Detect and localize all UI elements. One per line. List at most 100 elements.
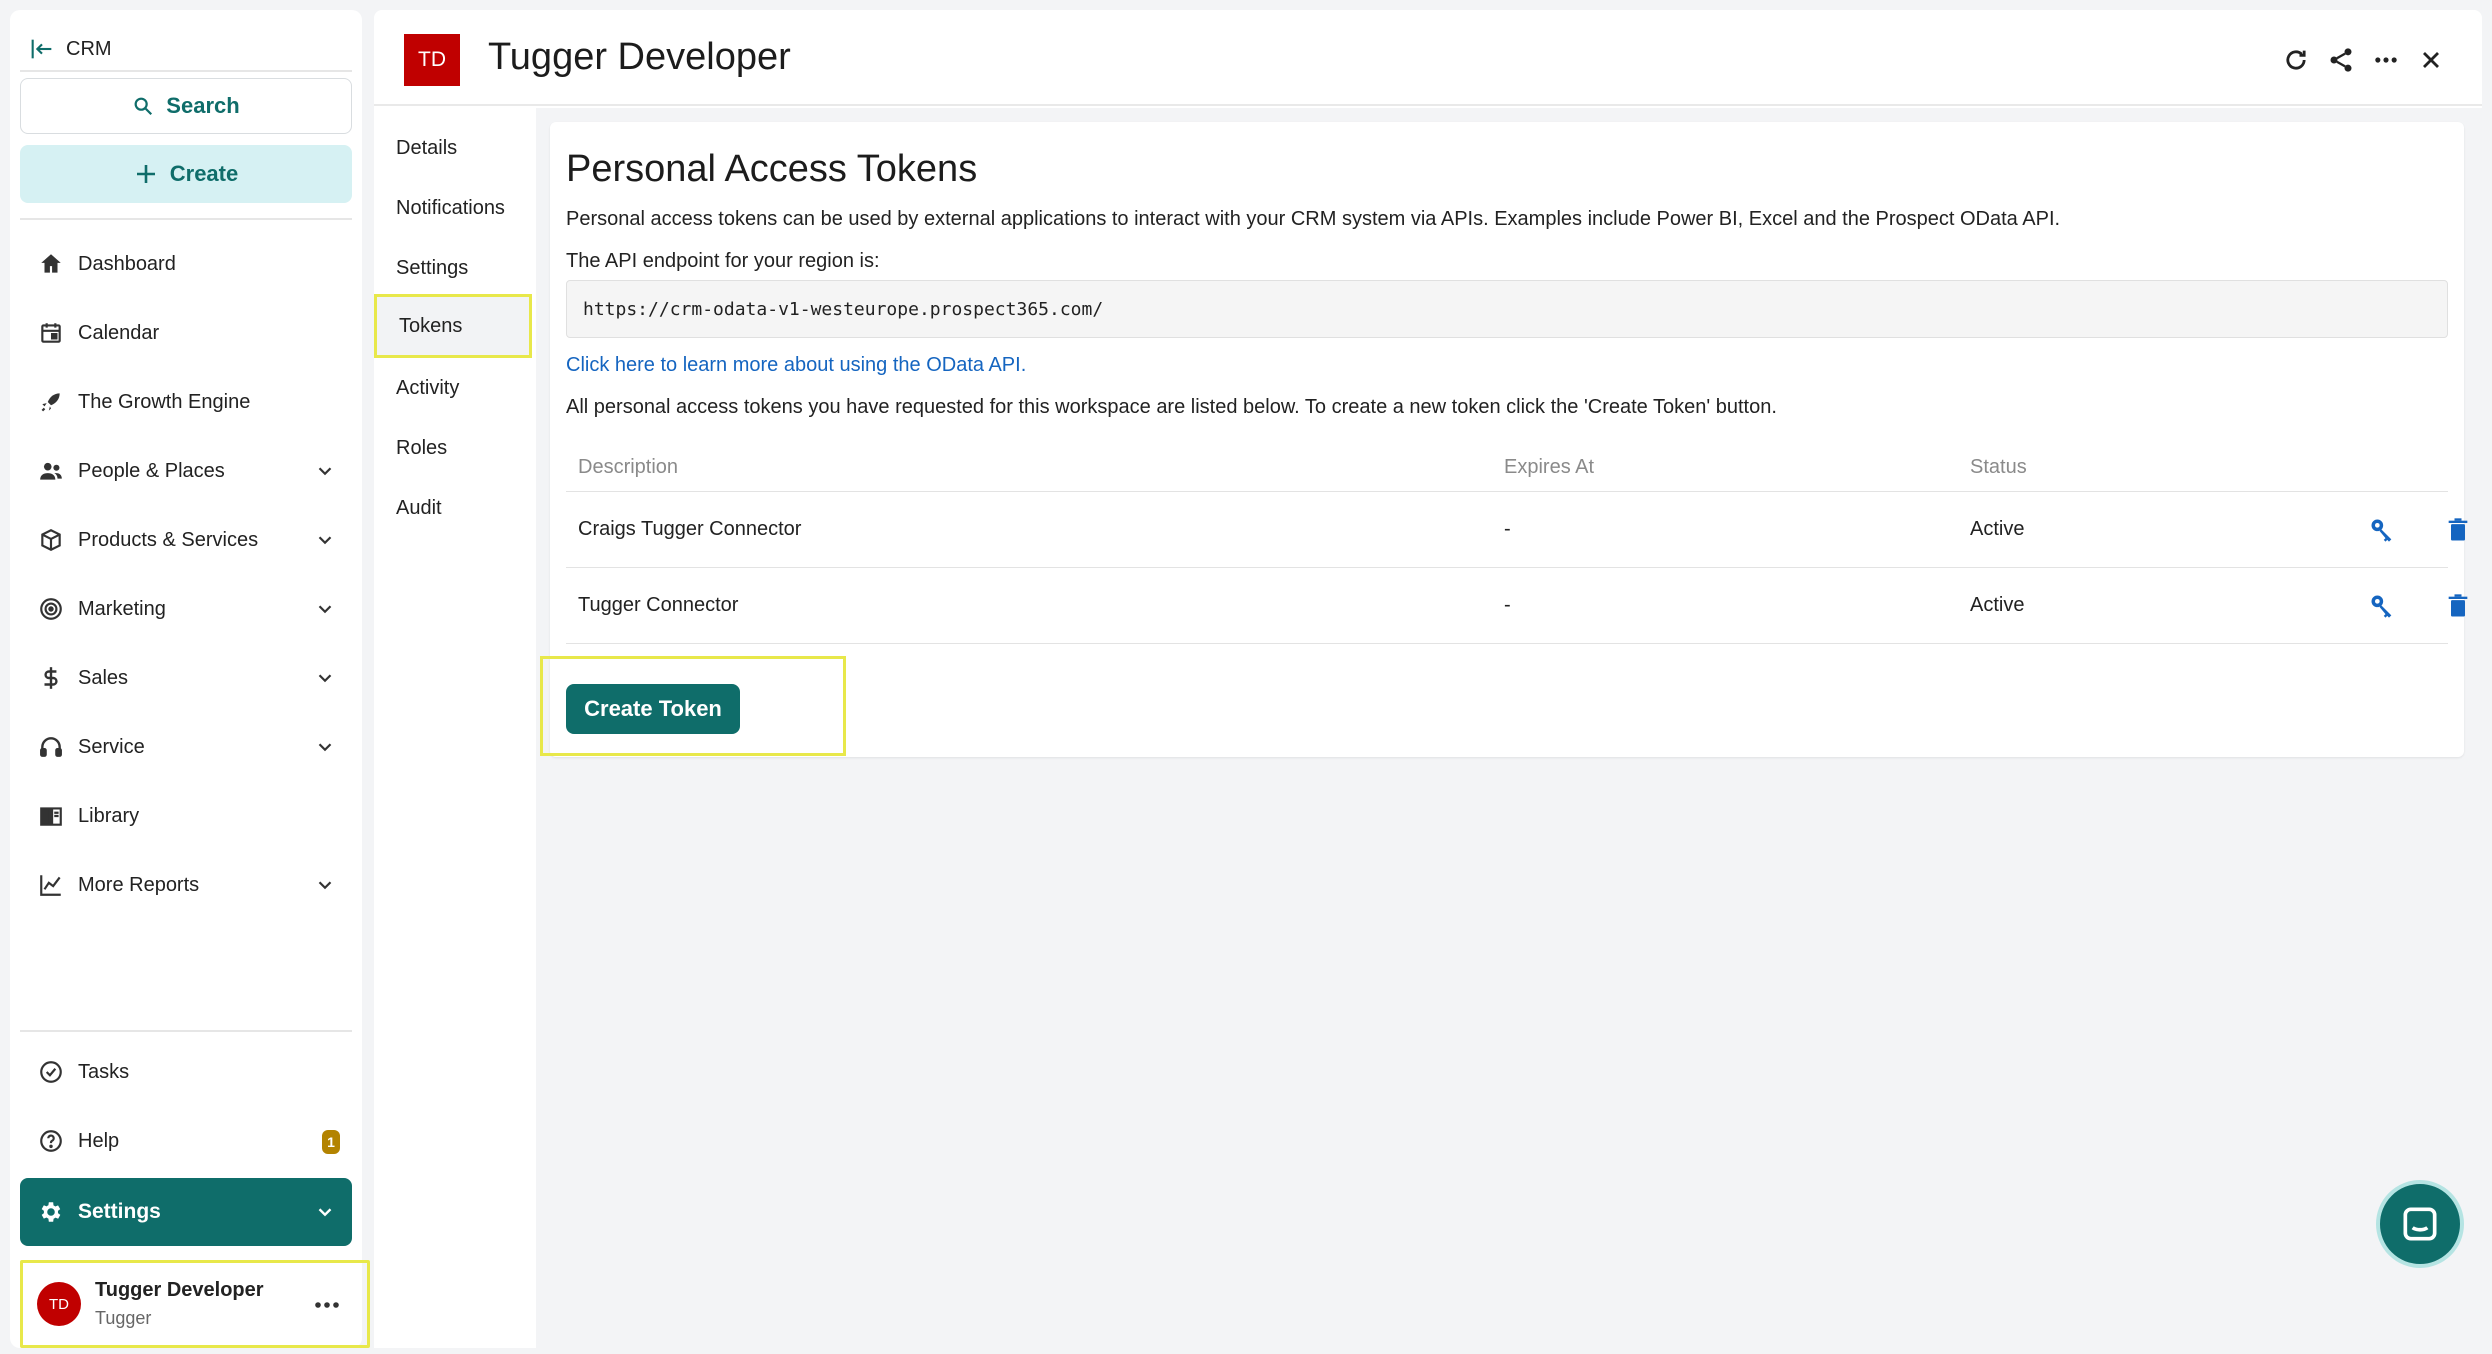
refresh-icon[interactable] (2282, 46, 2310, 74)
chevron-down-icon (318, 467, 332, 476)
sidebar-item-label: Calendar (78, 321, 160, 344)
gear-icon (41, 1202, 61, 1222)
endpoint-label: The API endpoint for your region is: (566, 250, 880, 272)
create-button[interactable]: Create (20, 145, 352, 203)
share-icon[interactable] (2327, 46, 2355, 74)
tab-audit[interactable]: Audit (396, 482, 442, 534)
key-icon[interactable] (2368, 516, 2396, 544)
tab-roles[interactable]: Roles (396, 422, 447, 474)
sidebar-item-label: Dashboard (78, 252, 176, 275)
dollar-icon (44, 667, 58, 689)
more-horizontal-icon[interactable] (313, 1293, 341, 1317)
token-status: Active (1970, 518, 2025, 540)
tab-details[interactable]: Details (396, 122, 457, 174)
back-label: CRM (66, 37, 112, 60)
sidebar-divider (20, 218, 352, 220)
column-header-expires: Expires At (1504, 456, 1595, 478)
table-header: Description Expires At Status (566, 440, 2448, 492)
table-row: Craigs Tugger Connector - Active (566, 492, 2468, 568)
check-circle-icon (40, 1061, 62, 1083)
chat-icon (2403, 1207, 2437, 1241)
section-title: Personal Access Tokens (566, 148, 978, 190)
target-icon (40, 598, 62, 620)
sidebar-item-label: Help (78, 1129, 120, 1152)
back-to-crm-link[interactable]: CRM (20, 28, 352, 72)
chevron-down-icon (318, 536, 332, 545)
people-icon (40, 462, 62, 480)
tokens-description: Personal access tokens can be used by ex… (566, 208, 2061, 230)
record-avatar: TD (404, 34, 460, 86)
sidebar-item-growth-engine[interactable]: The Growth Engine (20, 376, 352, 428)
chat-launcher-button[interactable] (2376, 1180, 2464, 1268)
create-token-button[interactable]: Create Token (566, 684, 740, 734)
user-name: Tugger Developer (95, 1279, 264, 1301)
sidebar-item-products-services[interactable]: Products & Services (20, 514, 352, 566)
home-icon (41, 254, 61, 273)
create-label: Create (169, 161, 239, 186)
avatar: TD (37, 1282, 81, 1326)
user-org: Tugger (95, 1308, 152, 1328)
sidebar-item-label: Sales (78, 666, 129, 689)
search-label: Search (166, 93, 240, 118)
sidebar-item-label: People & Places (78, 459, 225, 482)
sidebar-item-label: Marketing (78, 597, 166, 620)
chevron-down-icon (318, 743, 332, 752)
sidebar-divider (20, 1030, 352, 1032)
trash-icon[interactable] (2444, 516, 2472, 544)
box-icon (41, 529, 61, 551)
search-icon (134, 97, 153, 116)
token-status: Active (1970, 594, 2025, 616)
chart-icon (40, 875, 61, 896)
sidebar-item-label: The Growth Engine (78, 390, 251, 413)
table-row: Tugger Connector - Active (566, 568, 2468, 644)
more-horizontal-icon[interactable] (2372, 46, 2400, 74)
sidebar-item-help[interactable]: Help 1 (20, 1115, 352, 1167)
token-description: Craigs Tugger Connector (578, 518, 802, 540)
column-header-description: Description (578, 456, 679, 478)
token-expires: - (1504, 518, 1511, 540)
close-icon[interactable] (2417, 46, 2445, 74)
sidebar-item-calendar[interactable]: Calendar (20, 307, 352, 359)
token-expires: - (1504, 594, 1511, 616)
rocket-icon (41, 393, 60, 412)
tab-settings[interactable]: Settings (396, 242, 468, 294)
sidebar-item-sales[interactable]: Sales (20, 652, 352, 704)
sidebar-item-label: Service (78, 735, 145, 758)
sidebar-item-people-places[interactable]: People & Places (20, 445, 352, 497)
sidebar-item-label: Products & Services (78, 528, 259, 551)
odata-help-link[interactable]: Click here to learn more about using the… (566, 354, 1026, 377)
headset-icon (40, 737, 62, 757)
sidebar-item-label: More Reports (78, 873, 200, 896)
back-arrow-icon (31, 39, 52, 59)
chevron-down-icon (318, 674, 332, 683)
help-icon (40, 1130, 62, 1152)
key-icon[interactable] (2368, 592, 2396, 620)
trash-icon[interactable] (2444, 592, 2472, 620)
column-header-status: Status (1970, 456, 2027, 478)
token-description: Tugger Connector (578, 594, 739, 616)
book-icon (40, 807, 62, 826)
sidebar-item-label: Library (78, 804, 140, 827)
sidebar-item-settings[interactable]: Settings (20, 1178, 352, 1246)
tokens-list-description: All personal access tokens you have requ… (566, 396, 1777, 418)
sidebar-item-dashboard[interactable]: Dashboard (20, 238, 352, 290)
chevron-down-icon (318, 1208, 332, 1217)
settings-label: Settings (78, 1200, 161, 1223)
help-badge: 1 (322, 1130, 340, 1154)
calendar-icon (41, 323, 61, 343)
page-title: Tugger Developer (488, 36, 791, 78)
tab-activity[interactable]: Activity (396, 362, 459, 414)
user-profile-card[interactable]: TD Tugger Developer Tugger (20, 1260, 370, 1348)
sidebar-item-label: Tasks (78, 1060, 130, 1083)
tab-tokens[interactable]: Tokens (374, 294, 532, 358)
search-button[interactable]: Search (20, 78, 352, 134)
sidebar-item-library[interactable]: Library (20, 790, 352, 842)
endpoint-url-field[interactable]: https://crm-odata-v1-westeurope.prospect… (566, 280, 2448, 338)
tab-notifications[interactable]: Notifications (396, 182, 505, 234)
sidebar-item-service[interactable]: Service (20, 721, 352, 773)
sidebar-item-marketing[interactable]: Marketing (20, 583, 352, 635)
record-subnav: Details Notifications Settings Tokens Ac… (374, 108, 534, 1348)
sidebar-item-more-reports[interactable]: More Reports (20, 859, 352, 911)
sidebar: CRM Search Create Dashboard Calendar The… (10, 10, 370, 1348)
sidebar-item-tasks[interactable]: Tasks (20, 1046, 352, 1098)
